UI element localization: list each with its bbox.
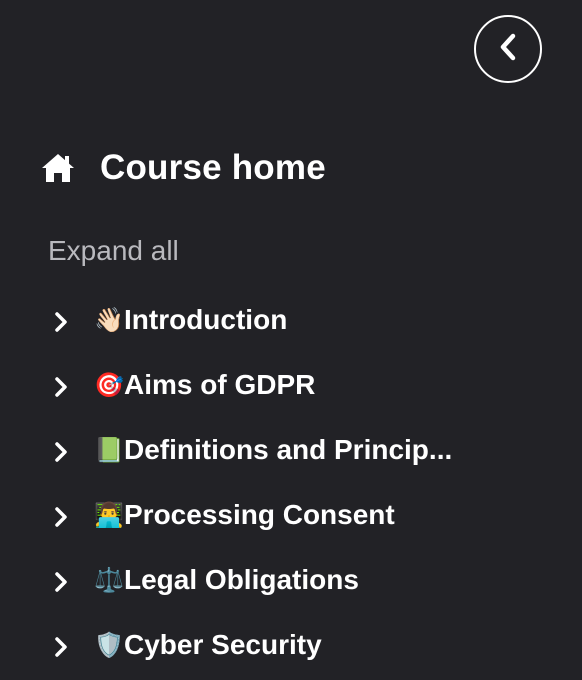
section-label: Introduction xyxy=(124,304,288,335)
shield-icon: 🛡️ xyxy=(94,631,124,659)
section-item-legal-obligations[interactable]: ⚖️ Legal Obligations xyxy=(0,550,582,615)
section-item-cyber-security[interactable]: 🛡️ Cyber Security xyxy=(0,615,582,680)
chevron-left-icon xyxy=(498,33,518,66)
home-icon xyxy=(40,152,76,184)
chevron-right-icon[interactable] xyxy=(51,311,71,333)
chevron-right-icon[interactable] xyxy=(51,376,71,398)
section-title: 🛡️ Cyber Security xyxy=(94,629,322,661)
course-home-label: Course home xyxy=(100,148,326,187)
section-title: 👋🏻 Introduction xyxy=(94,304,287,336)
section-title: ⚖️ Legal Obligations xyxy=(94,564,359,596)
section-title: 🎯 Aims of GDPR xyxy=(94,369,315,401)
course-home-link[interactable]: Course home xyxy=(40,146,326,190)
chevron-right-icon[interactable] xyxy=(51,571,71,593)
target-icon: 🎯 xyxy=(94,371,124,399)
balance-scale-icon: ⚖️ xyxy=(94,566,124,594)
section-label: Cyber Security xyxy=(124,629,322,660)
expand-all-link[interactable]: Expand all xyxy=(48,235,179,267)
chevron-right-icon[interactable] xyxy=(51,441,71,463)
section-item-aims-of-gdpr[interactable]: 🎯 Aims of GDPR xyxy=(0,355,582,420)
section-title: 👨‍💻 Processing Consent xyxy=(94,499,395,531)
close-drawer-button[interactable] xyxy=(474,15,542,83)
chevron-right-icon[interactable] xyxy=(51,506,71,528)
waving-hand-icon: 👋🏻 xyxy=(94,306,124,334)
section-item-introduction[interactable]: 👋🏻 Introduction xyxy=(0,290,582,355)
section-item-processing-consent[interactable]: 👨‍💻 Processing Consent xyxy=(0,485,582,550)
section-label: Aims of GDPR xyxy=(124,369,316,400)
green-book-icon: 📗 xyxy=(94,436,124,464)
chevron-right-icon[interactable] xyxy=(51,636,71,658)
section-label: Legal Obligations xyxy=(124,564,359,595)
section-item-definitions[interactable]: 📗 Definitions and Princip... xyxy=(0,420,582,485)
technologist-icon: 👨‍💻 xyxy=(94,501,124,529)
section-list: 👋🏻 Introduction 🎯 Aims of GDPR 📗 Definit… xyxy=(0,290,582,680)
section-title: 📗 Definitions and Princip... xyxy=(94,434,452,466)
section-label: Processing Consent xyxy=(124,499,395,530)
section-label: Definitions and Princip... xyxy=(124,434,453,465)
